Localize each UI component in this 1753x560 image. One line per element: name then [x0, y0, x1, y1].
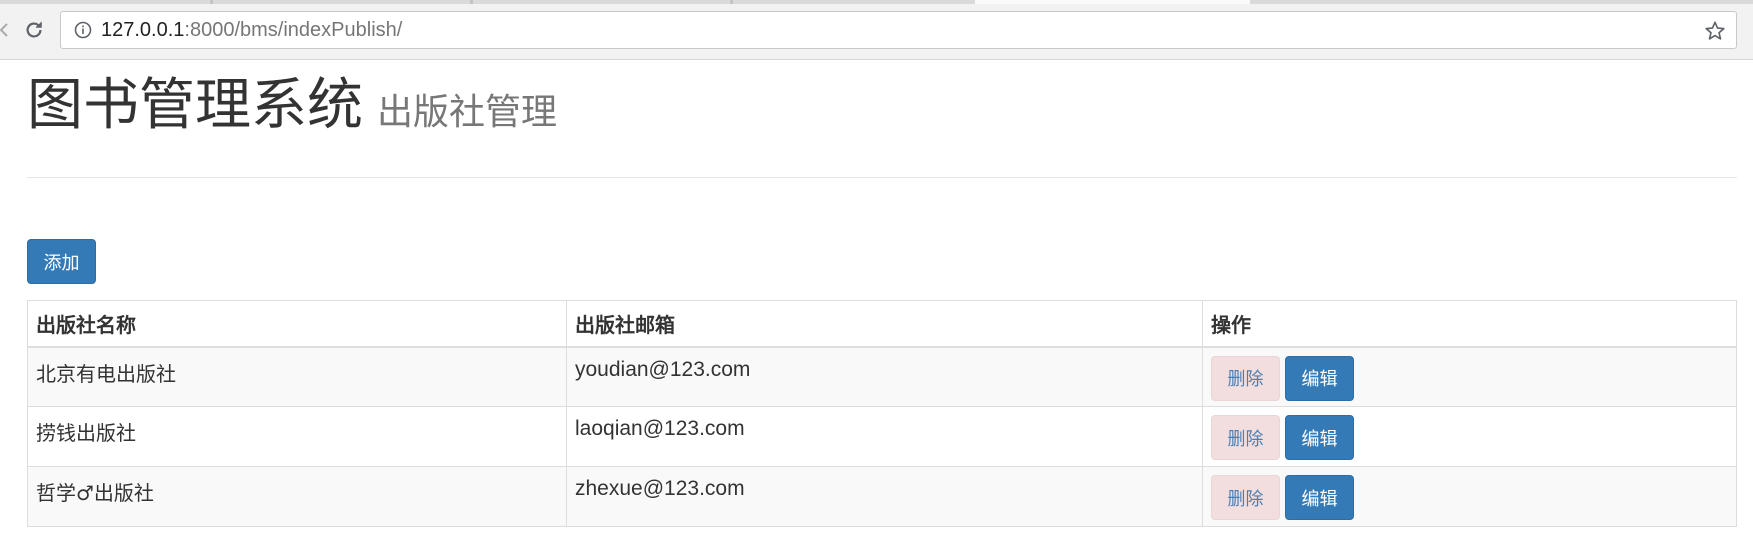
- table-row: 捞钱出版社 laoqian@123.com 删除 编辑: [27, 406, 1737, 467]
- page-subtitle: 出版社管理: [377, 92, 558, 133]
- tab-strip: [0, 0, 1753, 4]
- tab-separator: [210, 0, 213, 4]
- column-header-name: 出版社名称: [27, 300, 567, 348]
- bookmark-star-icon[interactable]: [1704, 20, 1726, 42]
- active-tab[interactable]: [975, 0, 1250, 4]
- publisher-table: 出版社名称 出版社邮箱 操作 北京有电出版社 youdian@123.com 删…: [27, 300, 1737, 527]
- row-actions: 删除 编辑: [1202, 406, 1737, 467]
- publisher-name: 哲学♂出版社: [27, 466, 567, 527]
- back-arrow-icon[interactable]: [0, 20, 8, 40]
- publisher-email: laoqian@123.com: [566, 406, 1203, 467]
- url-host: 127.0.0.1: [101, 18, 185, 41]
- row-actions: 删除 编辑: [1202, 466, 1737, 527]
- edit-button[interactable]: 编辑: [1285, 475, 1354, 520]
- publisher-name: 北京有电出版社: [27, 346, 567, 407]
- url-text[interactable]: 127.0.0.1:8000/bms/indexPublish/: [101, 19, 402, 42]
- page-header: 图书管理系统 出版社管理: [27, 60, 557, 141]
- publisher-email: youdian@123.com: [566, 346, 1203, 407]
- column-header-actions: 操作: [1202, 300, 1737, 348]
- add-button[interactable]: 添加: [27, 239, 96, 284]
- publisher-name: 捞钱出版社: [27, 406, 567, 467]
- browser-toolbar: 127.0.0.1:8000/bms/indexPublish/: [0, 0, 1753, 60]
- url-path: :8000/bms/indexPublish/: [184, 18, 403, 41]
- tab-separator: [470, 0, 473, 4]
- publisher-email: zhexue@123.com: [566, 466, 1203, 527]
- tab-separator: [730, 0, 733, 4]
- edit-button[interactable]: 编辑: [1285, 415, 1354, 460]
- delete-button[interactable]: 删除: [1211, 475, 1280, 520]
- delete-button[interactable]: 删除: [1211, 415, 1280, 460]
- table-row: 哲学♂出版社 zhexue@123.com 删除 编辑: [27, 466, 1737, 527]
- header-divider: [27, 177, 1737, 178]
- edit-button[interactable]: 编辑: [1285, 355, 1354, 401]
- reload-icon[interactable]: [20, 16, 48, 44]
- info-icon[interactable]: [73, 20, 93, 40]
- delete-button[interactable]: 删除: [1211, 355, 1280, 401]
- table-row: 北京有电出版社 youdian@123.com 删除 编辑: [27, 346, 1737, 407]
- page-title: 图书管理系统: [27, 73, 363, 138]
- column-header-email: 出版社邮箱: [566, 300, 1203, 348]
- table-header-row: 出版社名称 出版社邮箱 操作: [27, 300, 1737, 348]
- address-bar[interactable]: 127.0.0.1:8000/bms/indexPublish/: [60, 11, 1737, 49]
- row-actions: 删除 编辑: [1202, 346, 1737, 407]
